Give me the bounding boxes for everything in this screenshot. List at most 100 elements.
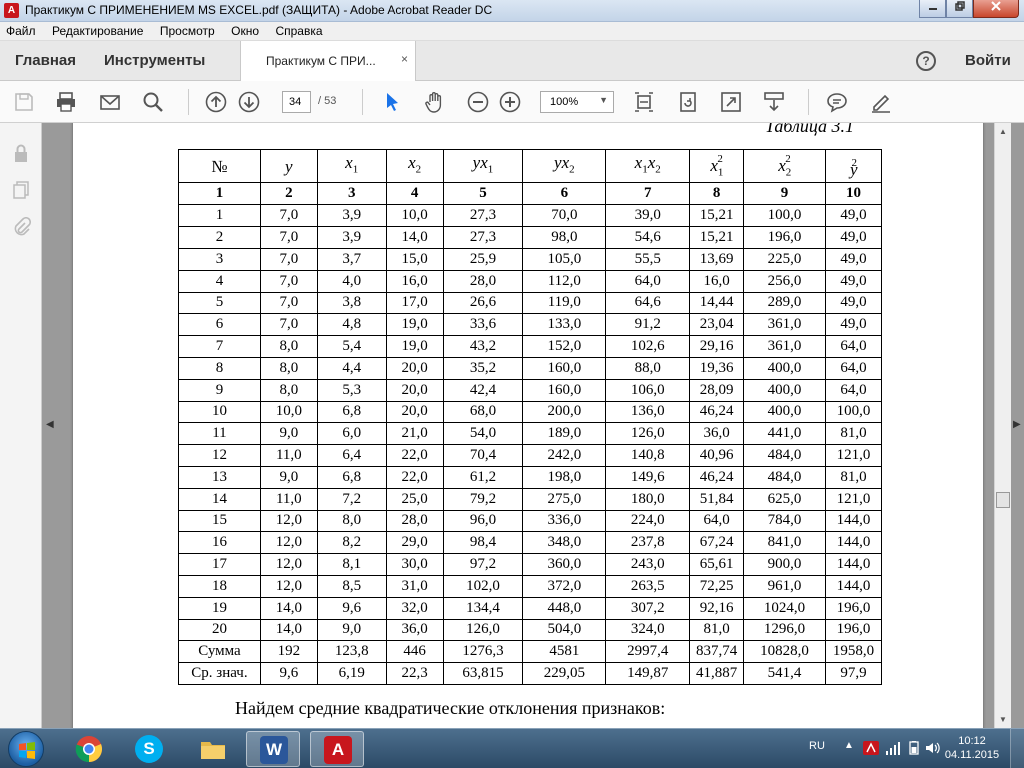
table-cell: 8,0 <box>259 335 318 358</box>
table-cell: 11,0 <box>259 444 318 467</box>
highlight-pen-icon[interactable] <box>869 90 893 114</box>
zoom-select[interactable]: 100% ▼ <box>540 91 614 113</box>
tab-home[interactable]: Главная <box>15 52 76 69</box>
table-cell: 31,0 <box>385 574 444 598</box>
table-cell: 70,4 <box>442 444 524 467</box>
table-row: 8 8,0 4,4 20,0 35,2 160,0 88,0 19,36 400,0 64,0 <box>178 356 883 380</box>
table-cell: 20 <box>178 618 261 642</box>
print-icon[interactable] <box>54 90 78 114</box>
table-cell: 6,19 <box>316 662 387 685</box>
full-screen-icon[interactable] <box>719 90 743 114</box>
previous-page-icon[interactable] <box>204 90 228 114</box>
scroll-down-icon[interactable]: ▼ <box>995 711 1011 728</box>
rotate-view-icon[interactable] <box>676 90 700 114</box>
network-signal-icon[interactable] <box>885 741 901 755</box>
restore-button[interactable] <box>946 0 973 18</box>
toolbar-separator <box>362 89 363 115</box>
table-cell: 121,0 <box>824 487 883 511</box>
scroll-up-icon[interactable]: ▲ <box>995 123 1011 140</box>
close-tab-icon[interactable]: × <box>401 52 408 66</box>
table-cell: 25,0 <box>385 487 444 511</box>
search-icon[interactable] <box>141 90 165 114</box>
menu-edit[interactable]: Редактирование <box>46 22 149 38</box>
language-indicator[interactable]: RU <box>809 740 825 752</box>
table-cell: 112,0 <box>522 269 607 293</box>
table-cell: 6 <box>522 182 607 206</box>
document-viewport[interactable]: ◀ Таблица 3.1 № y x1 x2 yx1 yx2 x1x2 x12 x22 y2 1… <box>0 123 1024 728</box>
table-cell: 256,0 <box>743 269 826 293</box>
table-row: 16 12,0 8,2 29,0 98,4 348,0 237,8 67,24 841,0 144… <box>178 531 883 555</box>
taskbar-skype[interactable]: S <box>122 731 176 767</box>
table-cell: 2997,4 <box>605 640 691 664</box>
volume-icon[interactable] <box>925 741 941 755</box>
page-number-input[interactable]: 34 <box>282 91 311 113</box>
select-cursor-icon[interactable] <box>380 90 404 114</box>
table-cell: 64,0 <box>689 509 745 533</box>
table-cell: 7,0 <box>259 291 318 315</box>
menu-window[interactable]: Окно <box>225 22 265 38</box>
tab-tools[interactable]: Инструменты <box>104 52 205 69</box>
menu-help[interactable]: Справка <box>269 22 328 38</box>
table-cell: 400,0 <box>743 356 826 380</box>
save-icon[interactable] <box>12 90 36 114</box>
table-cell: 33,6 <box>442 313 524 337</box>
close-window-button[interactable] <box>973 0 1019 18</box>
menu-view[interactable]: Просмотр <box>154 22 221 38</box>
signin-button[interactable]: Войти <box>965 52 1011 69</box>
taskbar-word[interactable]: W <box>246 731 300 767</box>
window-titlebar[interactable]: A Практикум С ПРИМЕНЕНИЕМ MS EXCEL.pdf (… <box>0 0 1024 22</box>
table-cell: 541,4 <box>743 662 826 685</box>
table-cell: 20,0 <box>385 378 444 402</box>
email-icon[interactable] <box>98 90 122 114</box>
table-cell: 32,0 <box>385 596 444 620</box>
table-cell: 9,0 <box>259 465 318 489</box>
taskbar-explorer[interactable] <box>186 731 240 767</box>
acrobat-tray-icon[interactable] <box>863 741 879 755</box>
column-header: x1 <box>316 148 387 184</box>
table-cell: 22,3 <box>385 662 444 685</box>
close-icon <box>991 1 1001 11</box>
lock-icon[interactable] <box>11 143 31 163</box>
table-cell: 65,61 <box>689 553 745 576</box>
attachment-icon[interactable] <box>11 216 32 237</box>
collapse-right-panel-icon[interactable]: ▶ <box>1013 419 1021 430</box>
show-desktop-button[interactable] <box>1010 729 1024 768</box>
table-cell: 39,0 <box>605 204 691 228</box>
minimize-button[interactable] <box>919 0 946 18</box>
chevron-down-icon: ▼ <box>599 95 608 105</box>
scrollbar-thumb[interactable] <box>996 492 1010 508</box>
collapse-left-panel-icon[interactable]: ◀ <box>46 419 54 430</box>
column-header: № <box>178 148 261 184</box>
table-cell: 841,0 <box>743 531 826 555</box>
table-cell: 49,0 <box>824 269 883 293</box>
table-cell: 12 <box>178 444 261 467</box>
hand-tool-icon[interactable] <box>423 90 447 114</box>
taskbar-acrobat[interactable]: A <box>310 731 364 767</box>
pages-thumbnail-icon[interactable] <box>11 180 31 200</box>
fit-page-icon[interactable] <box>632 90 656 114</box>
zoom-out-icon[interactable] <box>466 90 490 114</box>
table-row: 10 10,0 6,8 20,0 68,0 200,0 136,0 46,24 400,0 100… <box>178 400 883 424</box>
start-button[interactable] <box>8 731 44 767</box>
table-cell: 26,6 <box>442 291 524 315</box>
table-cell: 10,0 <box>385 204 444 228</box>
system-clock[interactable]: 10:12 04.11.2015 <box>942 734 1002 762</box>
tab-document[interactable]: Практикум С ПРИ... × <box>240 41 416 81</box>
next-page-icon[interactable] <box>237 90 261 114</box>
comment-icon[interactable] <box>825 90 849 114</box>
restore-icon <box>954 1 965 11</box>
vertical-scrollbar[interactable]: ▲ ▼ <box>994 123 1011 728</box>
table-cell: 484,0 <box>743 444 826 467</box>
following-paragraph: Найдем средние квадратические отклонения… <box>235 698 666 718</box>
taskbar-chrome[interactable] <box>62 731 116 767</box>
table-cell: 19,0 <box>385 335 444 358</box>
menu-file[interactable]: Файл <box>0 22 42 38</box>
help-icon[interactable]: ? <box>916 51 936 71</box>
zoom-in-icon[interactable] <box>498 90 522 114</box>
table-cell: 63,815 <box>442 662 524 685</box>
table-cell: 625,0 <box>743 487 826 511</box>
table-cell: 102,0 <box>442 574 524 598</box>
show-hidden-icons-icon[interactable]: ▲ <box>844 740 854 751</box>
scroll-mode-icon[interactable] <box>762 90 786 114</box>
battery-icon[interactable] <box>906 741 922 755</box>
